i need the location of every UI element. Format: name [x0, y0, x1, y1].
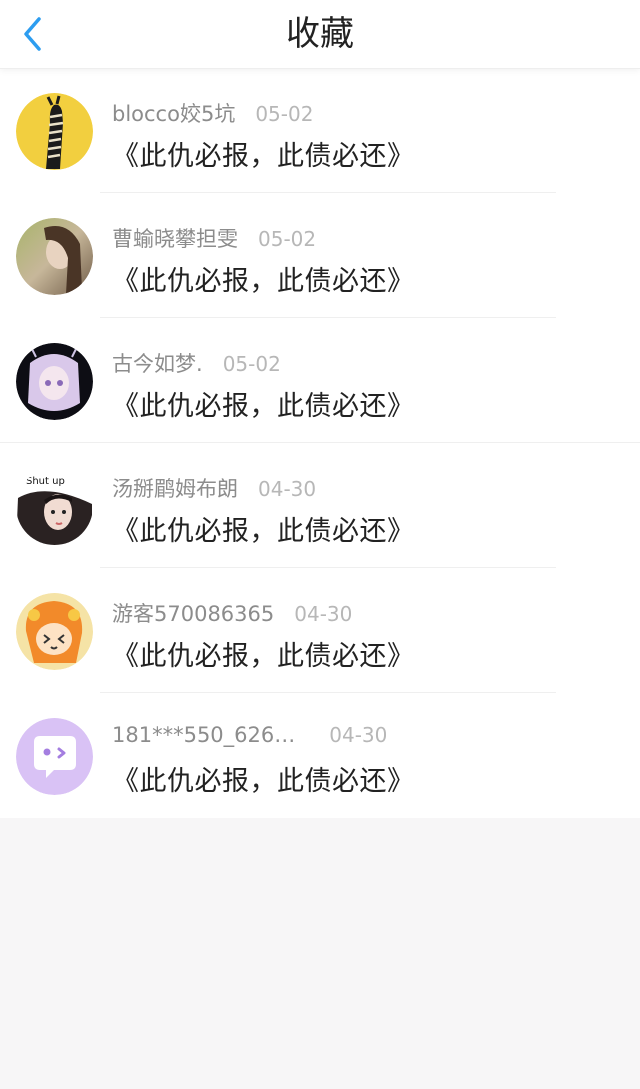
post-date: 04-30: [258, 477, 317, 501]
username: 汤掰鹛姆布朗: [112, 477, 238, 501]
list-item[interactable]: Shut up 汤掰鹛姆布朗 04-30 《此仇必报，此债必还》: [0, 443, 640, 568]
list-item[interactable]: 181***550_626… 04-30 《此仇必报，此债必还》: [0, 693, 640, 818]
cartoon-avatar[interactable]: [16, 593, 93, 670]
chevron-left-icon: [24, 17, 41, 51]
item-meta: 游客570086365 04-30: [112, 598, 352, 628]
avatar-caption: Shut up: [26, 476, 65, 487]
item-meta: 古今如梦. 05-02: [112, 348, 281, 378]
item-meta: 曹蝓晓攀担雯 05-02: [112, 223, 316, 253]
post-content: 《此仇必报，此债必还》: [112, 391, 415, 422]
post-date: 04-30: [329, 723, 388, 747]
shut-up-avatar[interactable]: Shut up: [16, 468, 93, 545]
anime-girl-avatar[interactable]: [16, 343, 93, 420]
post-content: 《此仇必报，此债必还》: [112, 641, 415, 672]
list-item[interactable]: 古今如梦. 05-02 《此仇必报，此债必还》: [0, 318, 640, 443]
post-date: 05-02: [222, 352, 281, 376]
default-chat-avatar[interactable]: [16, 718, 93, 795]
page-title: 收藏: [286, 14, 354, 54]
post-date: 05-02: [255, 102, 314, 126]
post-date: 04-30: [294, 602, 353, 626]
username: 游客570086365: [112, 602, 275, 626]
list-item[interactable]: 曹蝓晓攀担雯 05-02 《此仇必报，此债必还》: [0, 193, 640, 318]
item-meta: blocco姣5坑 05-02: [112, 98, 313, 128]
post-date: 05-02: [258, 227, 317, 251]
post-content: 《此仇必报，此债必还》: [112, 766, 415, 797]
back-button[interactable]: [14, 14, 50, 54]
username: 181***550_626…: [112, 723, 296, 747]
post-content: 《此仇必报，此债必还》: [112, 141, 415, 172]
girl-photo-avatar[interactable]: [16, 218, 93, 295]
header-bar: 收藏: [0, 0, 640, 69]
list-item[interactable]: 游客570086365 04-30 《此仇必报，此债必还》: [0, 568, 640, 693]
post-content: 《此仇必报，此债必还》: [112, 516, 415, 547]
favorites-list: blocco姣5坑 05-02 《此仇必报，此债必还》 曹蝓晓攀担雯 05-02…: [0, 68, 640, 818]
post-content: 《此仇必报，此债必还》: [112, 266, 415, 297]
username: blocco姣5坑: [112, 102, 236, 126]
item-meta: 181***550_626… 04-30: [112, 723, 387, 747]
item-meta: 汤掰鹛姆布朗 04-30: [112, 473, 316, 503]
username: 曹蝓晓攀担雯: [112, 227, 238, 251]
username: 古今如梦.: [112, 352, 203, 376]
list-item[interactable]: blocco姣5坑 05-02 《此仇必报，此债必还》: [0, 68, 640, 193]
zebra-avatar[interactable]: [16, 93, 93, 170]
